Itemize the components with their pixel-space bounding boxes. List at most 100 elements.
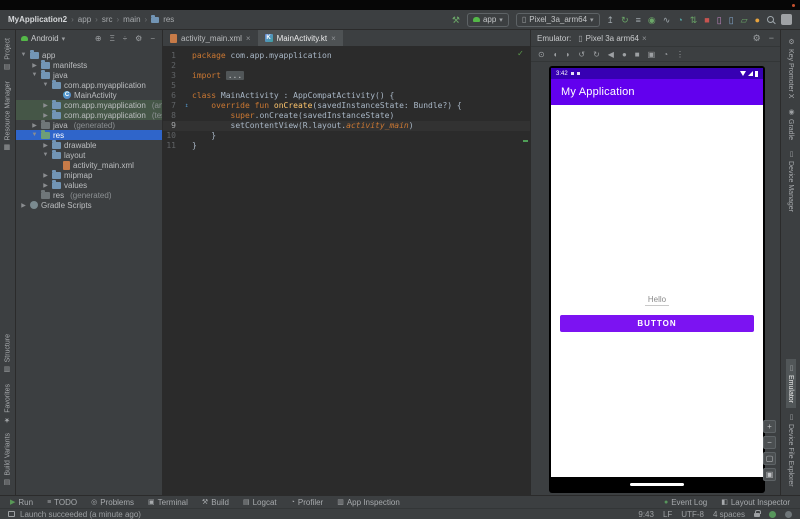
run-configuration-select[interactable]: app ▾	[466, 12, 509, 27]
tree-item[interactable]: C MainActivity	[16, 90, 162, 100]
rotate-left-icon[interactable]: ↺	[578, 50, 585, 59]
lock-icon[interactable]	[754, 510, 761, 517]
tree-item[interactable]: ▼ app	[16, 49, 162, 60]
breadcrumb-item[interactable]: app	[78, 15, 91, 24]
project-view-select[interactable]: Android	[31, 34, 59, 43]
code-line[interactable]: 6 class MainActivity : AppCompatActivity(…	[163, 91, 530, 101]
gesture-pill[interactable]	[630, 482, 684, 486]
apply-code-changes-icon[interactable]: ⇅	[690, 14, 698, 26]
toolwin-run[interactable]: ▶ Run	[10, 498, 33, 507]
tool-build-variants[interactable]: ▤ Build Variants	[3, 428, 13, 492]
code-line[interactable]: 11}	[163, 141, 530, 151]
tree-expand-arrow[interactable]: ▶	[42, 142, 49, 149]
power-icon[interactable]: ⊙	[538, 50, 545, 59]
tree-expand-arrow[interactable]: ▼	[31, 72, 38, 78]
avd-manager-icon[interactable]: ▯	[729, 14, 734, 26]
profiler-icon[interactable]: ◔	[677, 14, 682, 26]
overview-icon[interactable]: ■	[635, 50, 640, 59]
tree-expand-arrow[interactable]: ▶	[42, 182, 49, 189]
code-line[interactable]: 1 package com.app.myapplication	[163, 51, 530, 61]
tool-device-manager[interactable]: ▯ Device Manager	[786, 145, 796, 217]
tool-resource-manager[interactable]: ▦ Resource Manager	[3, 76, 13, 157]
search-icon[interactable]	[767, 16, 774, 23]
tree-expand-arrow[interactable]: ▼	[20, 52, 27, 58]
toolwin-layout-inspector[interactable]: ◧ Layout Inspector	[721, 498, 790, 507]
close-icon[interactable]: ×	[246, 34, 251, 43]
attach-debugger-icon[interactable]: ∿	[663, 14, 671, 26]
tree-expand-arrow[interactable]: ▶	[20, 202, 27, 209]
zoom-reset-button[interactable]: ▢	[763, 452, 776, 465]
tree-item[interactable]: activity_main.xml	[16, 160, 162, 170]
tree-expand-arrow[interactable]: ▶	[42, 172, 49, 179]
close-icon[interactable]: ×	[642, 34, 647, 43]
build-menu-icon[interactable]: ≡	[636, 14, 641, 26]
toolwin-problems[interactable]: ◎ Problems	[91, 498, 134, 507]
tree-item[interactable]: ▶ java (generated)	[16, 119, 162, 130]
settings-icon[interactable]: ⚙	[133, 34, 144, 43]
emulator-screen[interactable]: 3:42 My Application Hello BUTTON	[549, 66, 765, 493]
editor-tab[interactable]: K MainActivity.kt ×	[257, 30, 343, 46]
line-ending-widget[interactable]: LF	[663, 510, 672, 519]
phone-hello-text[interactable]: Hello	[551, 294, 763, 306]
code-line[interactable]: 5	[163, 81, 530, 91]
tree-item[interactable]: ▼ res	[16, 129, 162, 140]
toolwin-terminal[interactable]: ▣ Terminal	[148, 498, 188, 507]
code-line[interactable]: 9 setContentView(R.layout.activity_main)	[163, 121, 530, 131]
avatar[interactable]	[781, 14, 792, 25]
sdk-manager-icon[interactable]: ▱	[741, 14, 748, 26]
tree-expand-arrow[interactable]: ▶	[42, 112, 49, 119]
volume-up-icon[interactable]: ◖	[553, 50, 558, 59]
tree-item[interactable]: ▶ mipmap	[16, 169, 162, 180]
toolwin-event-log[interactable]: ● Event Log	[664, 498, 707, 507]
rotate-right-icon[interactable]: ↻	[593, 50, 600, 59]
notifications-icon[interactable]: ●	[755, 14, 760, 26]
tree-item[interactable]: ▼ layout	[16, 149, 162, 160]
tool-emulator[interactable]: ▯ Emulator	[785, 359, 796, 409]
tool-structure[interactable]: ▥ Structure	[3, 329, 13, 378]
toolwin-profiler[interactable]: ◔ Profiler	[291, 498, 324, 507]
tree-item[interactable]: ▼ java	[16, 69, 162, 80]
tree-expand-arrow[interactable]: ▶	[42, 102, 49, 109]
zoom-in-button[interactable]: +	[763, 420, 776, 433]
tree-expand-arrow[interactable]: ▶	[31, 62, 38, 69]
caret-position-widget[interactable]: 9:43	[638, 510, 654, 519]
toolwin-todo[interactable]: ≡ TODO	[47, 498, 77, 507]
toolwin-build[interactable]: ⚒ Build	[202, 498, 229, 507]
breadcrumb-item[interactable]: res	[163, 15, 174, 24]
code-line[interactable]: 8 super.onCreate(savedInstanceState)	[163, 111, 530, 121]
breadcrumb-item[interactable]: MyApplication2	[8, 15, 67, 24]
status-circle-icon[interactable]	[769, 510, 776, 518]
snapshots-icon[interactable]: ◔	[663, 50, 668, 59]
tree-item[interactable]: ▶ com.app.myapplication (androidTest)	[16, 99, 162, 110]
hide-emulator-icon[interactable]: −	[769, 33, 774, 44]
code-line[interactable]: 10 }	[163, 131, 530, 141]
back-icon[interactable]: ◀	[608, 50, 614, 59]
tree-item[interactable]: ▶ drawable	[16, 139, 162, 150]
code-line[interactable]: 2	[163, 61, 530, 71]
toolwin-app-inspection[interactable]: ▥ App Inspection	[337, 498, 400, 507]
device-select[interactable]: ▯ Pixel_3a_arm64 ▾	[515, 12, 600, 27]
debug-icon[interactable]: ◉	[648, 14, 656, 26]
gradle-sync-icon[interactable]: ↻	[621, 14, 629, 26]
zoom-out-button[interactable]: −	[763, 436, 776, 449]
collapse-all-icon[interactable]: ÷	[121, 34, 129, 43]
editor-tab[interactable]: activity_main.xml ×	[163, 30, 258, 46]
breadcrumb-item[interactable]: src	[102, 15, 113, 24]
tool-gradle[interactable]: ◉ Gradle	[786, 103, 796, 145]
emulator-device-tab[interactable]: ▯ Pixel 3a arm64 ×	[578, 34, 646, 43]
code-area[interactable]: ✓ 1 package com.app.myapplication 2 3 import…	[163, 47, 530, 495]
indent-widget[interactable]: 4 spaces	[713, 510, 745, 519]
tree-expand-arrow[interactable]: ▼	[42, 152, 49, 158]
tool-favorites[interactable]: ★ Favorites	[3, 379, 13, 429]
tree-item[interactable]: ▼ com.app.myapplication	[16, 79, 162, 90]
home-icon[interactable]: ●	[622, 50, 627, 59]
tool-key-promoter-x[interactable]: ⚙ Key Promoter X	[786, 33, 796, 103]
tree-item[interactable]: ▶ com.app.myapplication (test)	[16, 109, 162, 120]
code-line[interactable]: 3 import ...	[163, 71, 530, 81]
tree-item[interactable]: ▶ manifests	[16, 59, 162, 70]
build-hammer-icon[interactable]: ⚒	[452, 14, 460, 26]
device-manager-icon[interactable]: ▯	[717, 14, 722, 26]
stop-icon[interactable]: ■	[704, 14, 709, 26]
tree-item[interactable]: ▶ Gradle Scripts	[16, 200, 162, 210]
screenshot-icon[interactable]: ▣	[648, 50, 656, 59]
